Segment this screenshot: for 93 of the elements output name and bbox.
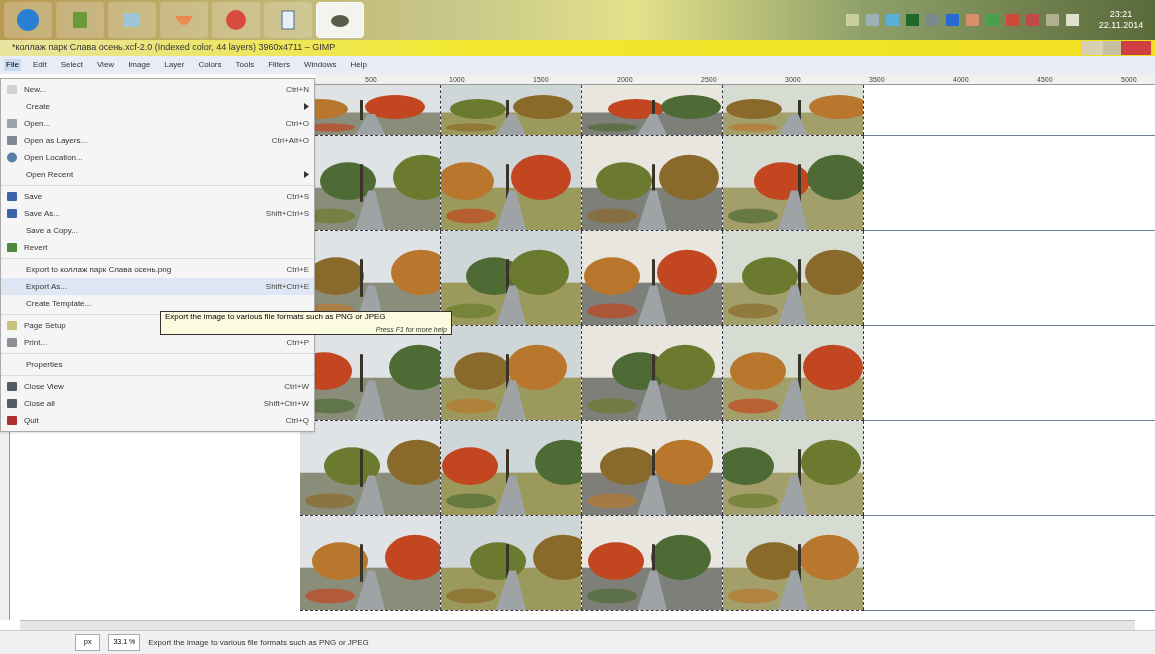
menu-entry[interactable]: Open as Layers... Ctrl+Alt+O: [1, 132, 314, 149]
tooltip-text: Export the image to various file formats such as PNG or JPEG: [165, 312, 387, 322]
globe-icon: [6, 152, 18, 163]
save-icon: [6, 208, 18, 219]
menu-entry[interactable]: Export to коллаж парк Слава осень.png Ctrl+E: [1, 261, 314, 278]
menu-item[interactable]: Edit: [30, 59, 49, 71]
menu-label: Export As...: [26, 280, 68, 293]
menu-item[interactable]: Select: [58, 59, 85, 71]
menu-entry[interactable]: Open... Ctrl+O: [1, 115, 314, 132]
tray-icon[interactable]: [946, 14, 959, 26]
tray-icon[interactable]: [926, 14, 939, 26]
menu-item[interactable]: Colors: [196, 59, 224, 71]
taskbar-button[interactable]: [316, 2, 364, 38]
window-title: *коллаж парк Слава осень.xcf-2.0 (Indexed color, 44 layers) 3960x4711 – GIMP: [12, 41, 337, 55]
menu-label: Close View: [24, 380, 65, 393]
close-icon: [6, 381, 18, 392]
menu-label: Quit: [24, 414, 40, 427]
menu-shortcut: Shift+Ctrl+W: [263, 397, 309, 410]
menu-item[interactable]: Filters: [266, 59, 292, 71]
menu-label: Open Recent: [26, 168, 75, 181]
menu-shortcut: Ctrl+E: [286, 263, 309, 276]
menu-label: Create Template...: [26, 297, 93, 310]
close-button[interactable]: [1121, 41, 1151, 55]
menu-label: Save: [24, 190, 44, 203]
new-icon: [6, 84, 18, 95]
menu-entry[interactable]: Save Ctrl+S: [1, 188, 314, 205]
menu-entry[interactable]: Close all Shift+Ctrl+W: [1, 395, 314, 412]
menu-label: Save a Copy...: [26, 224, 79, 237]
menu-entry[interactable]: Save a Copy...: [1, 222, 314, 239]
menu-item[interactable]: Tools: [233, 59, 257, 71]
open-icon: [6, 118, 18, 129]
submenu-arrow-icon: [304, 171, 309, 178]
menu-label: Revert: [24, 241, 49, 254]
menu-label: Open as Layers...: [24, 134, 89, 147]
clock-date: 22.11.2014: [1098, 20, 1144, 32]
menu-label: Page Setup: [24, 319, 67, 332]
save-icon: [6, 191, 18, 202]
menu-entry[interactable]: New... Ctrl+N: [1, 81, 314, 98]
tray-icon[interactable]: [966, 14, 979, 26]
menu-label: Save As...: [24, 207, 62, 220]
quit-icon: [6, 415, 18, 426]
clock-time: 23:21: [1109, 8, 1133, 20]
menu-entry[interactable]: Create Template...: [1, 295, 314, 312]
menu-entry[interactable]: Open Location...: [1, 149, 314, 166]
status-message: Export the image to various file formats such as PNG or JPEG: [148, 636, 369, 649]
menu-entry[interactable]: Close View Ctrl+W: [1, 378, 314, 395]
horizontal-scrollbar[interactable]: [20, 620, 1135, 630]
menu-entry[interactable]: Print... Ctrl+P: [1, 334, 314, 351]
tray-icon[interactable]: [1066, 14, 1079, 26]
tray-icon[interactable]: [866, 14, 879, 26]
tray-icon[interactable]: [1026, 14, 1039, 26]
maximize-button[interactable]: [1103, 41, 1121, 55]
menu-label: Print...: [24, 336, 49, 349]
menu-entry[interactable]: Save As... Shift+Ctrl+S: [1, 205, 314, 222]
menu-item[interactable]: View: [94, 59, 117, 71]
menu-item[interactable]: Layer: [162, 59, 187, 71]
revert-icon: [6, 242, 18, 253]
menu-item[interactable]: Image: [126, 59, 153, 71]
menu-label: Properties: [26, 358, 64, 371]
menu-shortcut: Ctrl+W: [284, 380, 309, 393]
menu-entry[interactable]: Properties: [1, 356, 314, 373]
layers-icon: [6, 135, 18, 146]
menu-shortcut: Shift+Ctrl+S: [265, 207, 309, 220]
menu-shortcut: Ctrl+P: [286, 336, 309, 349]
tray-icon[interactable]: [986, 14, 999, 26]
menu-shortcut: Ctrl+S: [286, 190, 309, 203]
start-icon: [16, 8, 40, 32]
menu-item[interactable]: Help: [348, 59, 369, 71]
menu-entry[interactable]: Open Recent: [1, 166, 314, 183]
menu-label: New...: [24, 83, 48, 96]
menu-label: Open Location...: [24, 151, 84, 164]
print-icon: [6, 337, 18, 348]
menu-entry[interactable]: Quit Ctrl+Q: [1, 412, 314, 429]
page-icon: [6, 320, 18, 331]
menu-item[interactable]: Windows: [301, 59, 339, 71]
tray-icon[interactable]: [846, 14, 859, 26]
tray-icon[interactable]: [886, 14, 899, 26]
tray-icon[interactable]: [906, 14, 919, 26]
menu-shortcut: Ctrl+Alt+O: [271, 134, 309, 147]
menu-entry[interactable]: Export As... Shift+Ctrl+E: [1, 278, 314, 295]
menu-label: Create: [26, 100, 51, 113]
minimize-button[interactable]: [1081, 41, 1103, 55]
menu-entry[interactable]: Revert: [1, 239, 314, 256]
menu-item[interactable]: File: [4, 59, 21, 71]
close-icon: [6, 398, 18, 409]
tray-icon[interactable]: [1006, 14, 1019, 26]
tray-icon[interactable]: [1046, 14, 1059, 26]
menu-label: Open...: [24, 117, 52, 130]
menu-shortcut: Ctrl+Q: [285, 414, 309, 427]
menu-shortcut: Shift+Ctrl+E: [265, 280, 309, 293]
menu-entry[interactable]: Create: [1, 98, 314, 115]
menu-label: Close all: [24, 397, 56, 410]
menu-label: Export to коллаж парк Слава осень.png: [26, 263, 173, 276]
